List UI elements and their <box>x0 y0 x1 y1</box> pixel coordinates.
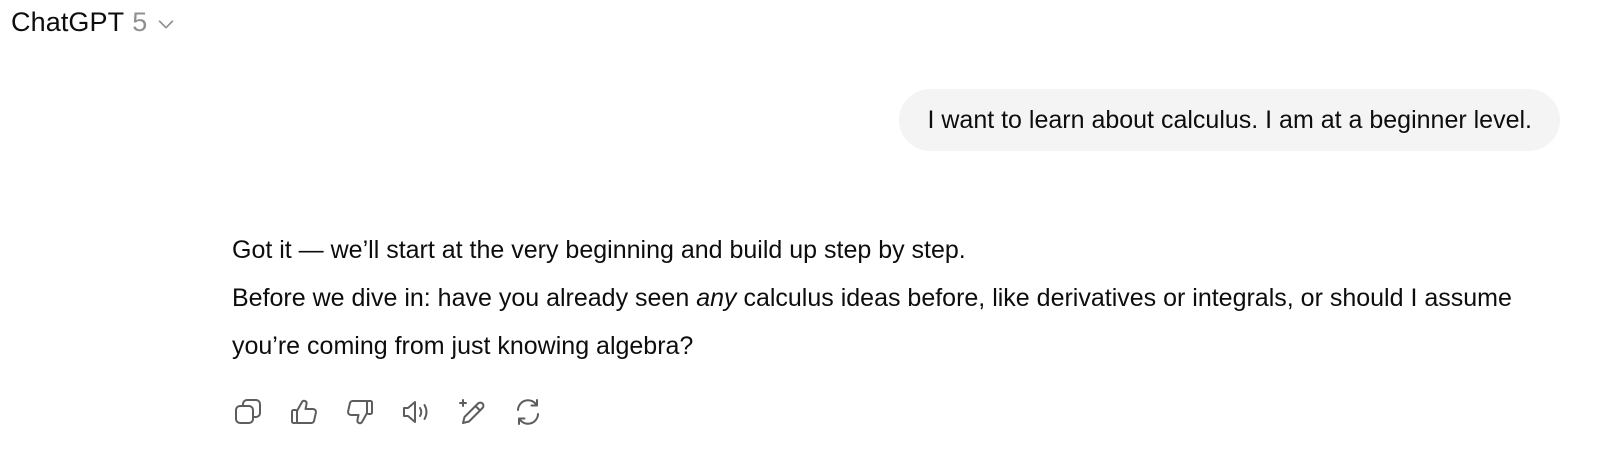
model-selector[interactable]: ChatGPT 5 <box>11 2 177 42</box>
copy-button[interactable] <box>232 396 264 428</box>
read-aloud-button[interactable] <box>400 396 432 428</box>
user-message-text: I want to learn about calculus. I am at … <box>927 105 1532 134</box>
bad-response-button[interactable] <box>344 396 376 428</box>
thumbs-down-icon <box>347 400 373 425</box>
edit-canvas-icon <box>459 399 485 424</box>
assistant-message: Got it — we’ll start at the very beginni… <box>232 226 1572 370</box>
user-message-bubble: I want to learn about calculus. I am at … <box>899 89 1560 151</box>
model-version: 5 <box>132 6 148 37</box>
chat-page: ChatGPT 5 I want to learn about calculus… <box>0 0 1600 460</box>
assistant-paragraph-1: Got it — we’ll start at the very beginni… <box>232 236 966 264</box>
assistant-emphasis: any <box>696 284 737 312</box>
regenerate-button[interactable] <box>512 396 544 428</box>
thumbs-up-icon <box>291 399 317 424</box>
message-actions <box>232 396 544 428</box>
regenerate-icon <box>517 399 539 425</box>
model-name: ChatGPT <box>11 6 125 37</box>
assistant-paragraph-2: Before we dive in: have you already seen… <box>232 274 1572 370</box>
copy-icon <box>235 399 261 424</box>
read-aloud-icon <box>403 401 428 423</box>
chevron-down-icon <box>155 13 177 35</box>
edit-in-canvas-button[interactable] <box>456 396 488 428</box>
good-response-button[interactable] <box>288 396 320 428</box>
assistant-text-before: Before we dive in: have you already seen <box>232 284 697 312</box>
